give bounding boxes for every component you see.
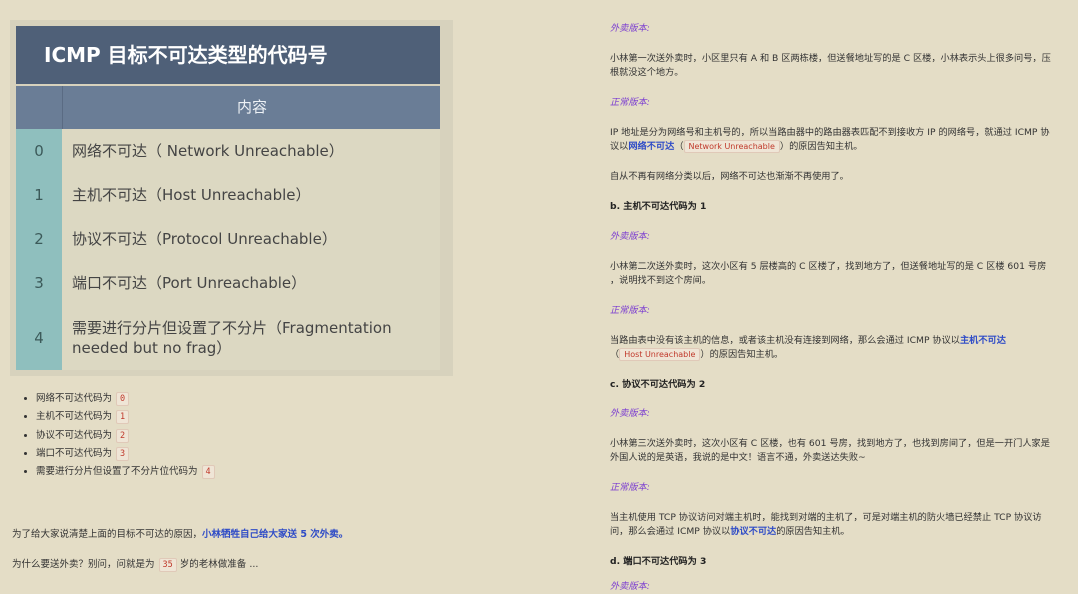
- list-item: 需要进行分片但设置了不分片位代码为4: [36, 463, 215, 481]
- table-row: 3 端口不可达（Port Unreachable）: [16, 261, 440, 305]
- age-badge: 35: [158, 558, 177, 572]
- code-badge: 3: [116, 446, 130, 461]
- list-item: 端口不可达代码为3: [36, 445, 215, 463]
- left-column: ICMP 目标不可达类型的代码号 内容 0 网络不可达（ Network Unr…: [0, 0, 590, 590]
- label-normal: 正常版本:: [610, 97, 650, 108]
- host-unreachable-link[interactable]: 主机不可达: [960, 335, 1006, 346]
- list-item: 网络不可达代码为0: [36, 390, 215, 408]
- code-badge: 4: [201, 465, 215, 480]
- paragraph: 小林第二次送外卖时，这次小区有 5 层楼高的 C 区楼了，找到地方了，但送餐地址…: [610, 261, 1047, 286]
- row-text: 网络不可达（ Network Unreachable）: [62, 129, 440, 173]
- row-code: 3: [16, 261, 62, 305]
- paragraph: 自从不再有网络分类以后，网络不可达也渐渐不再使用了。: [610, 171, 849, 182]
- code-badge: 0: [116, 392, 130, 406]
- paragraph: 当路由表中没有该主机的信息，或者该主机没有连接到网络，那么会通过 ICMP 协议…: [610, 335, 1006, 361]
- paragraph: 小林第一次送外卖时，小区里只有 A 和 B 区两栋楼，但送餐地址写的是 C 区楼…: [610, 53, 1051, 78]
- table-row: 1 主机不可达（Host Unreachable）: [16, 173, 440, 217]
- protocol-unreachable-link[interactable]: 协议不可达: [730, 526, 776, 537]
- row-code: 4: [16, 305, 62, 370]
- delivery-link[interactable]: 小林牺牲自己给大家送 5 次外卖。: [202, 529, 348, 540]
- label-delivery: 外卖版本:: [610, 581, 650, 592]
- row-text: 端口不可达（Port Unreachable）: [62, 261, 440, 305]
- table-row: 4 需要进行分片但设置了不分片（Fragmentation needed but…: [16, 305, 440, 370]
- network-unreachable-link[interactable]: 网络不可达: [628, 141, 674, 152]
- intro-paragraph: 为了给大家说清楚上面的目标不可达的原因，小林牺牲自己给大家送 5 次外卖。: [12, 529, 349, 540]
- section-heading: d. 端口不可达代码为 3: [610, 556, 707, 567]
- label-normal: 正常版本:: [610, 305, 650, 316]
- label-delivery: 外卖版本:: [610, 23, 650, 34]
- code-tag: Host Unreachable: [619, 347, 701, 361]
- table-row: 2 协议不可达（Protocol Unreachable）: [16, 217, 440, 261]
- label-delivery: 外卖版本:: [610, 231, 650, 242]
- table-header: 内容: [16, 86, 440, 129]
- row-code: 0: [16, 129, 62, 173]
- why-paragraph: 为什么要送外卖？别问，问就是为 35 岁的老林做准备 ...: [12, 558, 259, 572]
- list-item: 主机不可达代码为1: [36, 408, 215, 426]
- row-text: 主机不可达（Host Unreachable）: [62, 173, 440, 217]
- label-normal: 正常版本:: [610, 482, 650, 493]
- table-row: 0 网络不可达（ Network Unreachable）: [16, 129, 440, 173]
- icmp-code-table-image: ICMP 目标不可达类型的代码号 内容 0 网络不可达（ Network Unr…: [10, 20, 453, 376]
- code-tag: Network Unreachable: [683, 139, 780, 153]
- code-list: 网络不可达代码为0 主机不可达代码为1 协议不可达代码为2 端口不可达代码为3 …: [22, 390, 215, 481]
- paragraph: 当主机使用 TCP 协议访问对端主机时，能找到对端的主机了，可是对端主机的防火墙…: [610, 512, 1042, 537]
- label-delivery: 外卖版本:: [610, 408, 650, 419]
- code-badge: 2: [116, 428, 130, 443]
- right-column: 外卖版本: 小林第一次送外卖时，小区里只有 A 和 B 区两栋楼，但送餐地址写的…: [610, 0, 1060, 592]
- list-item: 协议不可达代码为2: [36, 427, 215, 445]
- section-heading: c. 协议不可达代码为 2: [610, 379, 706, 390]
- section-heading: b. 主机不可达代码为 1: [610, 201, 707, 212]
- table-title: ICMP 目标不可达类型的代码号: [16, 26, 440, 84]
- code-badge: 1: [116, 410, 130, 425]
- paragraph: IP 地址是分为网络号和主机号的，所以当路由器中的路由器表匹配不到接收方 IP …: [610, 127, 1050, 153]
- row-text: 协议不可达（Protocol Unreachable）: [62, 217, 440, 261]
- row-text: 需要进行分片但设置了不分片（Fragmentation needed but n…: [62, 305, 440, 370]
- row-code: 2: [16, 217, 62, 261]
- table-header-content: 内容: [62, 86, 441, 129]
- paragraph: 小林第三次送外卖时，这次小区有 C 区楼，也有 601 号房，找到地方了，也找到…: [610, 438, 1050, 463]
- row-code: 1: [16, 173, 62, 217]
